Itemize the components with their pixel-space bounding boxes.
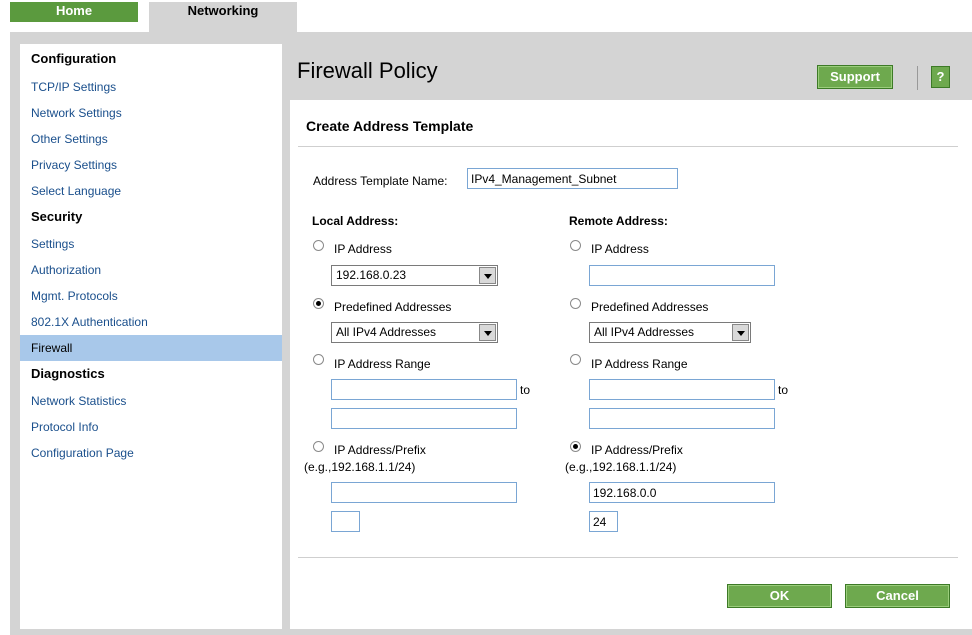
sidebar-item-settings[interactable]: Settings <box>20 231 282 257</box>
template-name-label: Address Template Name: <box>313 174 448 188</box>
tab-home[interactable]: Home <box>10 2 138 22</box>
page-title: Firewall Policy <box>297 58 438 83</box>
remote-predefined-select[interactable]: All IPv4 Addresses <box>589 322 751 343</box>
sidebar-item-firewall[interactable]: Firewall <box>20 335 282 361</box>
remote-range-radio[interactable] <box>570 354 581 365</box>
sidebar: Configuration TCP/IP Settings Network Se… <box>20 44 282 629</box>
sidebar-heading-security: Security <box>31 209 83 224</box>
sidebar-item-network-settings[interactable]: Network Settings <box>20 100 282 126</box>
help-button[interactable]: ? <box>931 66 950 88</box>
local-ip-address-select[interactable]: 192.168.0.23 <box>331 265 498 286</box>
local-predefined-select-value: All IPv4 Addresses <box>336 325 437 339</box>
cancel-button[interactable]: Cancel <box>845 584 950 608</box>
chevron-down-icon <box>732 324 749 341</box>
tab-networking[interactable]: Networking <box>149 2 297 34</box>
sidebar-item-mgmt-protocols[interactable]: Mgmt. Protocols <box>20 283 282 309</box>
chevron-down-icon <box>479 324 496 341</box>
template-name-input[interactable] <box>467 168 678 189</box>
local-range-end-input[interactable] <box>331 408 517 429</box>
sidebar-item-privacy-settings[interactable]: Privacy Settings <box>20 152 282 178</box>
remote-ip-address-input[interactable] <box>589 265 775 286</box>
support-button[interactable]: Support <box>817 65 893 89</box>
sidebar-item-protocol-info[interactable]: Protocol Info <box>20 414 282 440</box>
local-ip-address-label: IP Address <box>334 242 392 256</box>
local-prefix-radio[interactable] <box>313 441 324 452</box>
ok-button[interactable]: OK <box>727 584 832 608</box>
section-divider-top <box>298 146 958 147</box>
sidebar-heading-diagnostics: Diagnostics <box>31 366 105 381</box>
local-prefix-label: IP Address/Prefix <box>334 443 426 457</box>
header-divider <box>917 66 918 90</box>
remote-address-heading: Remote Address: <box>569 214 668 228</box>
sidebar-item-configuration-page[interactable]: Configuration Page <box>20 440 282 466</box>
remote-prefix-radio[interactable] <box>570 441 581 452</box>
remote-range-end-input[interactable] <box>589 408 775 429</box>
local-range-radio[interactable] <box>313 354 324 365</box>
remote-predefined-select-value: All IPv4 Addresses <box>594 325 695 339</box>
sidebar-item-select-language[interactable]: Select Language <box>20 178 282 204</box>
sidebar-item-authorization[interactable]: Authorization <box>20 257 282 283</box>
local-prefix-example: (e.g.,192.168.1.1/24) <box>304 460 416 474</box>
remote-range-label: IP Address Range <box>591 357 688 371</box>
local-range-start-input[interactable] <box>331 379 517 400</box>
sidebar-item-other-settings[interactable]: Other Settings <box>20 126 282 152</box>
remote-prefix-address-input[interactable] <box>589 482 775 503</box>
section-title: Create Address Template <box>306 118 474 134</box>
section-divider-bottom <box>298 557 958 558</box>
local-address-heading: Local Address: <box>312 214 399 228</box>
local-ip-address-select-value: 192.168.0.23 <box>336 268 407 282</box>
chevron-down-icon <box>479 267 496 284</box>
sidebar-item-tcpip[interactable]: TCP/IP Settings <box>20 74 282 100</box>
sidebar-item-network-statistics[interactable]: Network Statistics <box>20 388 282 414</box>
remote-predefined-label: Predefined Addresses <box>591 300 709 314</box>
remote-ip-address-label: IP Address <box>591 242 649 256</box>
local-prefix-address-input[interactable] <box>331 482 517 503</box>
remote-prefix-example: (e.g.,192.168.1.1/24) <box>565 460 677 474</box>
local-predefined-select[interactable]: All IPv4 Addresses <box>331 322 498 343</box>
remote-ip-address-radio[interactable] <box>570 240 581 251</box>
remote-prefix-label: IP Address/Prefix <box>591 443 683 457</box>
sidebar-heading-configuration: Configuration <box>31 51 117 66</box>
local-ip-address-radio[interactable] <box>313 240 324 251</box>
remote-prefix-length-input[interactable] <box>589 511 618 532</box>
sidebar-item-8021x-authentication[interactable]: 802.1X Authentication <box>20 309 282 335</box>
remote-range-start-input[interactable] <box>589 379 775 400</box>
tab-gap <box>138 2 149 22</box>
local-predefined-label: Predefined Addresses <box>334 300 452 314</box>
local-range-label: IP Address Range <box>334 357 431 371</box>
local-predefined-radio[interactable] <box>313 298 324 309</box>
remote-range-to-label: to <box>778 383 789 397</box>
remote-predefined-radio[interactable] <box>570 298 581 309</box>
local-range-to-label: to <box>520 383 531 397</box>
local-prefix-length-input[interactable] <box>331 511 360 532</box>
